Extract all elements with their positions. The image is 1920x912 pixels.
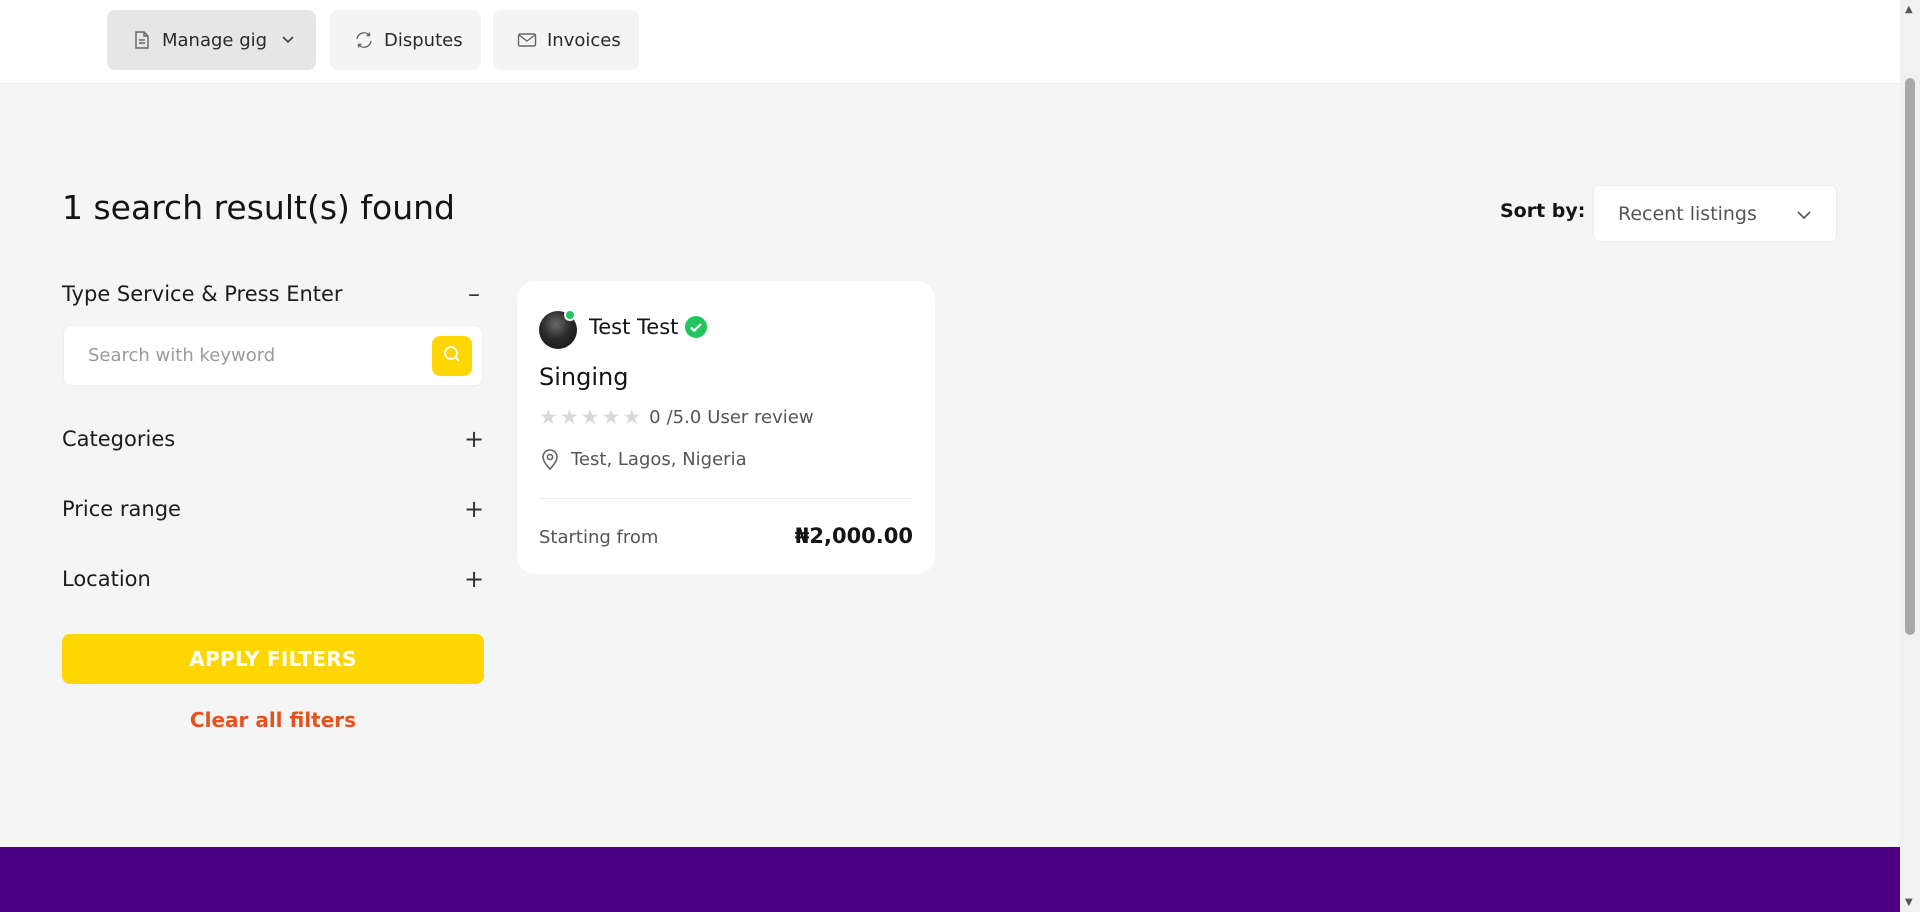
location-pin-icon xyxy=(539,447,563,471)
card-divider xyxy=(539,498,913,499)
chevron-down-icon xyxy=(281,35,295,45)
facet-price-range[interactable]: Price range + xyxy=(62,497,484,521)
tab-manage-gig-label: Manage gig xyxy=(162,29,268,51)
clear-filters-link[interactable]: Clear all filters xyxy=(62,708,484,732)
expand-icon[interactable]: + xyxy=(464,567,484,591)
sort-select[interactable]: Recent listings xyxy=(1593,185,1837,242)
star-icon: ★ xyxy=(622,405,642,429)
rating-max: /5.0 xyxy=(666,407,702,428)
tab-disputes[interactable]: Disputes xyxy=(330,10,481,70)
star-icon: ★ xyxy=(539,405,558,429)
rating-row: ★ ★ ★ ★ ★ 0 /5.0 User review xyxy=(539,407,814,429)
search-box xyxy=(63,325,483,386)
seller-name-row: Test Test xyxy=(589,315,708,339)
collapse-icon[interactable]: – xyxy=(464,282,484,306)
facet-price-label: Price range xyxy=(62,497,181,521)
refresh-icon xyxy=(354,30,374,50)
star-icon: ★ xyxy=(559,405,579,429)
apply-filters-button[interactable]: APPLY FILTERS xyxy=(62,634,484,684)
star-icon: ★ xyxy=(601,405,621,429)
tab-disputes-label: Disputes xyxy=(384,29,463,51)
scroll-down-arrow-icon[interactable]: ▼ xyxy=(1905,897,1913,908)
scrollbar-thumb[interactable] xyxy=(1905,78,1915,635)
tab-invoices-label: Invoices xyxy=(547,29,621,51)
tab-manage-gig[interactable]: Manage gig xyxy=(107,10,316,70)
gig-card[interactable]: Test Test Singing ★ ★ ★ ★ ★ 0 /5.0 User … xyxy=(517,281,935,574)
scrollbar[interactable]: ▲ ▼ xyxy=(1900,0,1920,912)
search-button[interactable] xyxy=(432,335,472,376)
tab-invoices[interactable]: Invoices xyxy=(493,10,639,70)
facet-categories[interactable]: Categories + xyxy=(62,427,484,451)
sort-selected-value: Recent listings xyxy=(1618,202,1757,225)
search-input[interactable] xyxy=(88,345,432,366)
results-title: 1 search result(s) found xyxy=(62,188,455,227)
sort-label: Sort by: xyxy=(1500,200,1586,222)
facet-location-label: Location xyxy=(62,567,151,591)
expand-icon[interactable]: + xyxy=(464,497,484,521)
location-row: Test, Lagos, Nigeria xyxy=(539,447,747,471)
footer xyxy=(0,847,1900,912)
facet-categories-label: Categories xyxy=(62,427,176,451)
rating-label: User review xyxy=(707,407,814,428)
star-icon: ★ xyxy=(580,405,600,429)
price-label: Starting from xyxy=(539,527,659,548)
rating-stars: ★ ★ ★ ★ ★ xyxy=(539,407,641,428)
rating-value: 0 xyxy=(649,407,661,428)
document-icon xyxy=(132,30,152,50)
gig-title[interactable]: Singing xyxy=(539,363,628,391)
facet-search-header[interactable]: Type Service & Press Enter – xyxy=(62,282,484,306)
location-text: Test, Lagos, Nigeria xyxy=(571,448,747,470)
top-navigation: Manage gig Disputes Invoices xyxy=(0,0,1900,84)
chevron-down-icon xyxy=(1796,203,1812,225)
verified-badge-icon xyxy=(684,315,708,339)
online-status-dot xyxy=(564,309,576,321)
seller-name[interactable]: Test Test xyxy=(589,315,678,339)
scroll-up-arrow-icon[interactable]: ▲ xyxy=(1905,4,1913,15)
expand-icon[interactable]: + xyxy=(464,427,484,451)
search-icon xyxy=(443,345,461,367)
envelope-icon xyxy=(517,30,537,50)
facet-location[interactable]: Location + xyxy=(62,567,484,591)
facet-search-title: Type Service & Press Enter xyxy=(62,282,343,306)
price-value: ₦2,000.00 xyxy=(794,524,913,548)
